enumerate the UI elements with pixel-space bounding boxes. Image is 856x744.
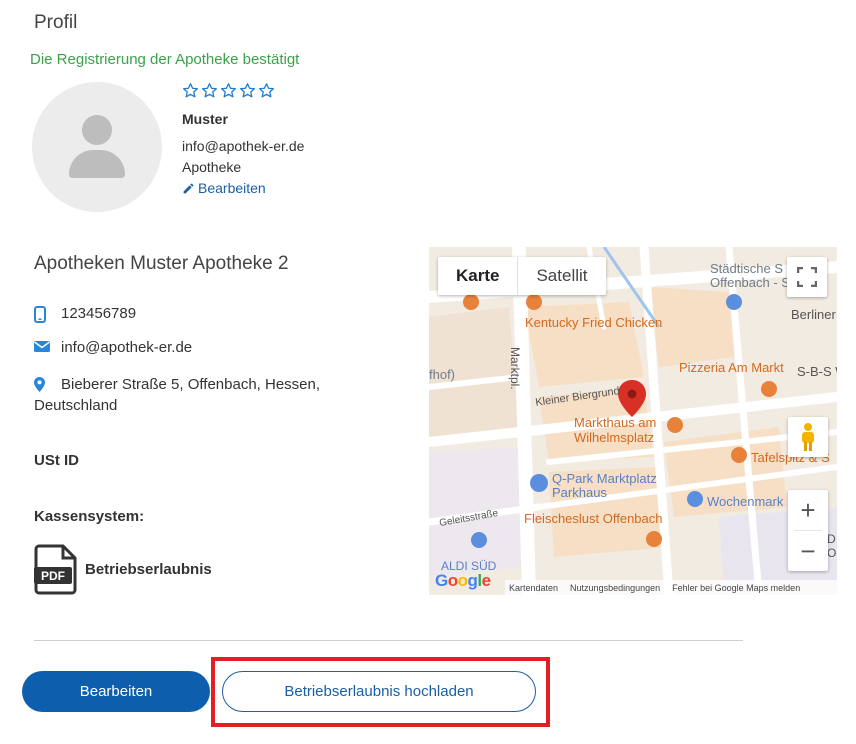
map-type-satellite-button[interactable]: Satellit	[518, 257, 605, 295]
map-label-kfc: Kentucky Fried Chicken	[525, 315, 663, 330]
location-map[interactable]: Städtische S Offenbach - S Berliner Kent…	[429, 247, 837, 595]
google-logo: Google	[435, 571, 491, 590]
map-label-offenbach: Offenbach - S	[710, 275, 790, 290]
section-divider	[34, 640, 743, 641]
map-label-pizzeria: Pizzeria Am Markt	[679, 360, 784, 375]
map-label-staedtische: Städtische S	[710, 261, 783, 276]
terms-link[interactable]: Nutzungsbedingungen	[570, 583, 660, 593]
pegman-icon	[802, 423, 814, 451]
map-label-markthaus-2: Wilhelmsplatz	[574, 430, 655, 445]
address-row: Bieberer Straße 5, Offenbach, Hessen,	[34, 373, 374, 397]
map-marker-icon	[34, 373, 61, 392]
pharmacy-name: Apotheken Muster Apotheke 2	[34, 253, 289, 274]
street-view-button[interactable]	[788, 417, 828, 457]
user-email: info@apothek-er.de	[182, 138, 305, 154]
map-label-hof: fhof)	[429, 367, 456, 382]
upload-license-button[interactable]: Betriebserlaubnis hochladen	[222, 671, 536, 712]
star-icon[interactable]	[182, 82, 199, 99]
star-icon[interactable]	[201, 82, 218, 99]
user-role: Apotheke	[182, 159, 242, 175]
star-icon[interactable]	[258, 82, 275, 99]
zoom-in-button[interactable]: +	[788, 490, 828, 530]
map-label-qpark-1: Q-Park Marktplatz	[552, 471, 657, 486]
map-label-fleischeslust: Fleischeslust Offenbach	[524, 511, 663, 526]
pencil-icon	[183, 183, 194, 193]
rating-stars[interactable]	[182, 82, 275, 99]
report-error-link[interactable]: Fehler bei Google Maps melden	[672, 583, 800, 593]
map-type-map-button[interactable]: Karte	[438, 257, 517, 295]
vat-id-label: USt ID	[34, 452, 79, 469]
edit-profile-label: Bearbeiten	[198, 180, 266, 196]
fullscreen-button[interactable]	[787, 257, 827, 297]
edit-button[interactable]: Bearbeiten	[22, 671, 210, 712]
zoom-controls: + −	[788, 490, 828, 571]
star-icon[interactable]	[239, 82, 256, 99]
map-label-sbs: S-B-S W	[797, 364, 837, 379]
email-row: info@apothek-er.de	[34, 339, 192, 356]
user-name: Muster	[182, 111, 228, 127]
fullscreen-icon	[797, 267, 817, 287]
map-type-switcher: Karte Satellit	[438, 257, 606, 295]
avatar-body-icon	[69, 150, 125, 178]
phone-row: 123456789	[34, 305, 136, 323]
envelope-icon	[34, 339, 61, 353]
pos-system-label: Kassensystem:	[34, 508, 145, 525]
zoom-out-button[interactable]: −	[788, 531, 828, 571]
map-label-wochenmarkt: Wochenmark	[707, 494, 784, 509]
map-label-os: Os	[827, 546, 837, 560]
document-label[interactable]: Betriebserlaubnis	[85, 561, 212, 578]
mobile-phone-icon	[34, 305, 61, 323]
address-line-1: Bieberer Straße 5, Offenbach, Hessen,	[61, 376, 321, 393]
map-footer: Kartendaten Nutzungsbedingungen Fehler b…	[505, 580, 837, 595]
map-label-marktpl: Marktpl.	[508, 347, 522, 390]
map-label-d: D	[827, 532, 836, 546]
phone-number: 123456789	[61, 305, 137, 322]
pdf-type-label: PDF	[41, 569, 65, 583]
pdf-file-icon[interactable]: PDF	[34, 543, 78, 595]
page-title: Profil	[34, 12, 78, 33]
avatar	[32, 82, 162, 212]
star-icon[interactable]	[220, 82, 237, 99]
address-line-2: Deutschland	[34, 397, 118, 414]
map-label-qpark-2: Parkhaus	[552, 485, 607, 500]
verification-status: Die Registrierung der Apotheke bestätigt	[30, 51, 300, 68]
map-data-link[interactable]: Kartendaten	[509, 583, 558, 593]
map-label-markthaus-1: Markthaus am	[574, 415, 657, 430]
avatar-head-icon	[82, 115, 112, 145]
pharmacy-email: info@apothek-er.de	[61, 339, 193, 356]
edit-profile-link[interactable]: Bearbeiten	[182, 180, 266, 196]
map-label-berliner: Berliner	[791, 307, 836, 322]
